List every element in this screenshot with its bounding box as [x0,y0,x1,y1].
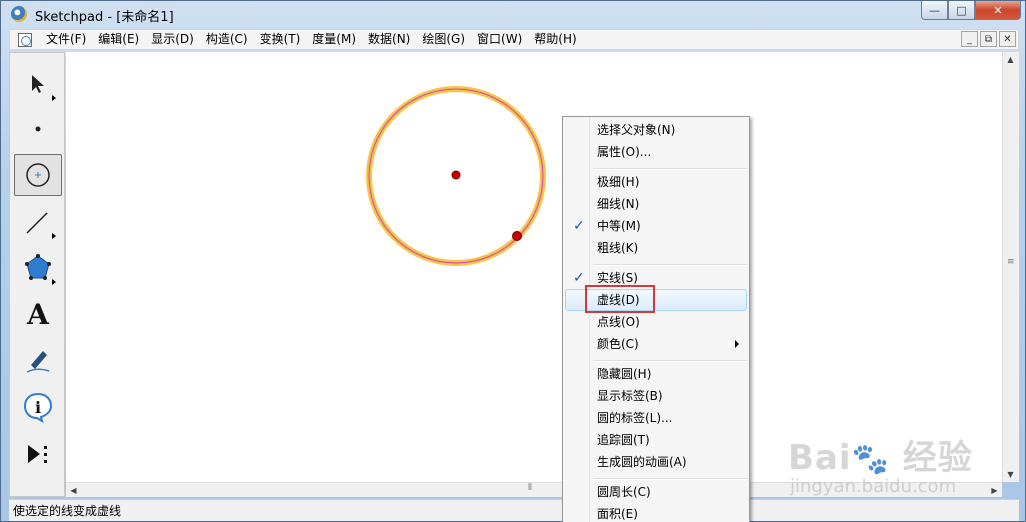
scroll-up-icon[interactable]: ▲ [1003,52,1018,67]
menu-item-medium[interactable]: ✓ 中等(M) [565,215,747,237]
scroll-thumb-grip-icon[interactable]: ≡ [1007,257,1015,267]
center-point [451,170,461,180]
custom-tool[interactable] [14,433,62,475]
menu-item-select-parent[interactable]: 选择父对象(N) [565,119,747,141]
submenu-arrow-icon [735,340,739,348]
menu-item-thin[interactable]: 细线(N) [565,193,747,215]
menu-item-hide-circle[interactable]: 隐藏圆(H) [565,363,747,385]
menu-graph[interactable]: 绘图(G) [416,30,471,49]
line-icon [26,212,48,234]
checkmark-icon: ✓ [573,218,585,234]
point-icon [35,126,41,132]
tool-menu-arrow-icon [52,233,56,239]
app-icon [11,6,27,22]
svg-text:i: i [35,398,41,417]
tool-menu-arrow-icon [52,95,56,101]
doc-minimize-button[interactable]: _ [961,31,978,47]
menu-item-thinnest[interactable]: 极细(H) [565,171,747,193]
menu-item-properties[interactable]: 属性(O)... [565,141,747,163]
menu-transform[interactable]: 变换(T) [254,30,307,49]
highlight-annotation-box [585,285,655,313]
menu-bar: 文件(F) 编辑(E) 显示(D) 构造(C) 变换(T) 度量(M) 数据(N… [9,29,1019,50]
menu-edit[interactable]: 编辑(E) [92,30,145,49]
menu-item-circumference[interactable]: 圆周长(C) [565,481,747,503]
doc-restore-button[interactable]: ⧉ [980,31,997,47]
horizontal-scrollbar[interactable]: ◀ ⦀ ▶ [66,482,1002,497]
radius-point [512,231,522,241]
menu-separator [593,264,747,266]
scroll-down-icon[interactable]: ▼ [1003,467,1018,482]
polygon-tool[interactable] [14,247,62,289]
menu-item-area[interactable]: 面积(E) [565,503,747,522]
text-tool[interactable]: A [14,293,62,335]
menu-item-show-label[interactable]: 显示标签(B) [565,385,747,407]
document-icon[interactable] [18,32,32,47]
minimize-button[interactable]: — [921,1,948,20]
menu-item-thick[interactable]: 粗线(K) [565,237,747,259]
info-tool[interactable]: i [14,386,62,428]
sketch-drawing [366,86,546,266]
status-bar: 使选定的线变成虚线 [9,499,1019,521]
sketch-canvas[interactable] [66,52,1002,482]
close-button[interactable]: ✕ [975,1,1021,20]
scroll-left-icon[interactable]: ◀ [66,483,81,498]
checkmark-icon: ✓ [573,270,585,286]
vertical-scrollbar[interactable]: ▲ ≡ ▼ [1002,52,1019,482]
window-title: Sketchpad - [未命名1] [35,10,174,25]
menu-separator [593,478,747,480]
menu-construct[interactable]: 构造(C) [200,30,254,49]
info-icon: i [23,392,53,423]
custom-tool-icon [28,445,47,463]
app-window: Sketchpad - [未命名1] — □ ✕ 文件(F) 编辑(E) 显示(… [0,0,1026,522]
menu-item-color[interactable]: 颜色(C) [565,333,747,355]
scroll-thumb-grip-icon[interactable]: ⦀ [528,483,532,493]
line-tool[interactable] [14,201,62,243]
doc-close-button[interactable]: ✕ [999,31,1016,47]
maximize-button[interactable]: □ [948,1,975,20]
menu-window[interactable]: 窗口(W) [471,30,528,49]
menu-file[interactable]: 文件(F) [40,30,92,49]
menu-help[interactable]: 帮助(H) [528,30,582,49]
menu-item-trace-circle[interactable]: 追踪圆(T) [565,429,747,451]
polygon-icon [25,254,51,280]
arrow-tool[interactable] [14,63,62,105]
tool-menu-arrow-icon [52,279,56,285]
title-bar[interactable]: Sketchpad - [未命名1] — □ ✕ [1,1,1025,29]
scroll-right-icon[interactable]: ▶ [987,483,1002,498]
menu-item-dotted[interactable]: 点线(O) [565,311,747,333]
text-icon: A [27,297,49,331]
menu-display[interactable]: 显示(D) [145,30,200,49]
point-tool[interactable] [14,108,62,150]
menu-separator [593,360,747,362]
document-window-buttons: _ ⧉ ✕ [961,31,1016,47]
menu-item-animate-circle[interactable]: 生成圆的动画(A) [565,451,747,473]
marker-tool[interactable] [14,339,62,381]
menu-item-circle-label[interactable]: 圆的标签(L)... [565,407,747,429]
menu-separator [593,168,747,170]
marker-icon [26,351,50,373]
caption-buttons: — □ ✕ [921,1,1021,20]
menu-measure[interactable]: 度量(M) [306,30,362,49]
compass-tool[interactable] [14,154,62,196]
compass-icon [26,163,50,187]
context-menu: 选择父对象(N) 属性(O)... 极细(H) 细线(N) ✓ 中等(M) 粗线… [562,116,750,522]
menu-data[interactable]: 数据(N) [362,30,416,49]
toolbox: A i [9,52,65,497]
arrow-icon [32,75,44,93]
